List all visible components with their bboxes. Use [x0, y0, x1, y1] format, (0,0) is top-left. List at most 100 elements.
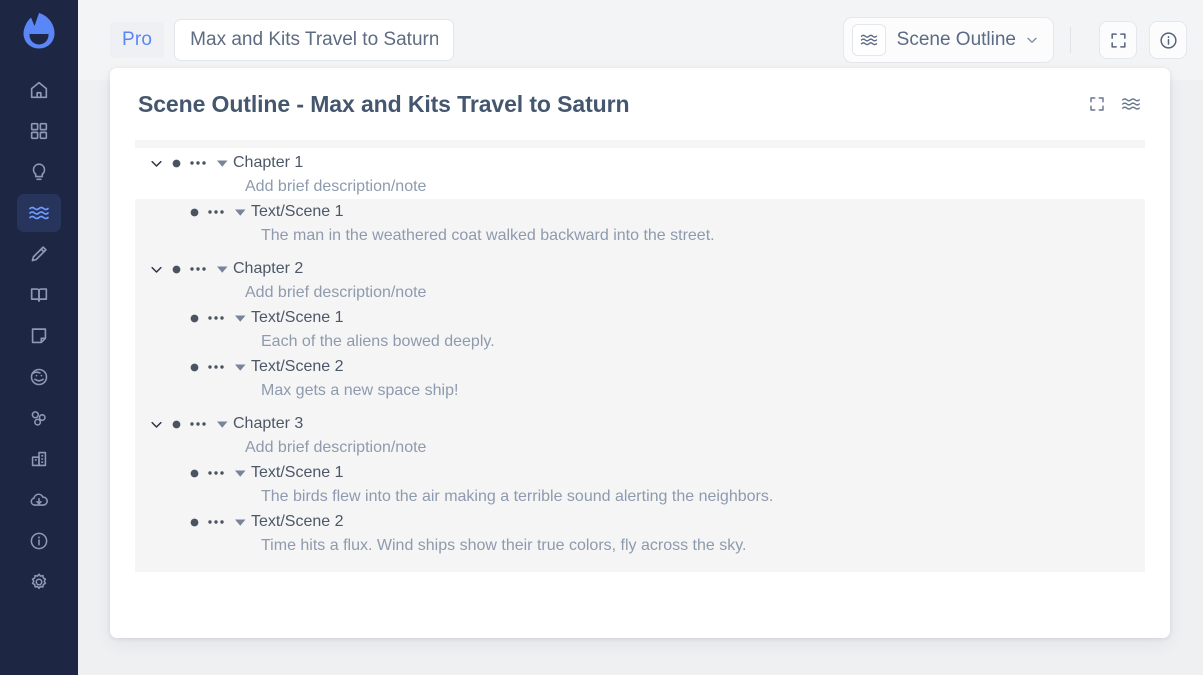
sidebar-item-write[interactable] — [17, 235, 61, 273]
scene-menu-button[interactable] — [203, 314, 229, 322]
chapter-collapse-toggle[interactable] — [145, 156, 167, 171]
caret-down-icon — [234, 314, 247, 323]
book-open-icon — [28, 284, 50, 306]
scene-menu-button[interactable] — [203, 363, 229, 371]
fullscreen-button[interactable] — [1099, 21, 1137, 59]
chapter-row[interactable]: Chapter 3 — [135, 412, 1145, 436]
chapter-caret-button[interactable] — [211, 159, 233, 168]
scene-caret-button[interactable] — [229, 208, 251, 217]
main-area: Pro Scene Outline — [78, 0, 1203, 675]
info-circle-icon — [1158, 30, 1179, 51]
sidebar-item-characters[interactable] — [17, 358, 61, 396]
sidebar — [0, 0, 78, 675]
fullscreen-icon — [1109, 31, 1128, 50]
chapter-handles — [145, 258, 233, 280]
scene-caret-button[interactable] — [229, 518, 251, 527]
chapter-description[interactable]: Add brief description/note — [135, 281, 1145, 305]
info-button[interactable] — [1149, 21, 1187, 59]
bullet-dot-icon — [190, 518, 199, 527]
page-title: Scene Outline - Max and Kits Travel to S… — [138, 91, 629, 118]
scene-body-text[interactable]: Max gets a new space ship! — [135, 379, 1145, 403]
view-mode-dropdown[interactable]: Scene Outline — [843, 17, 1054, 63]
three-dots-icon — [189, 159, 207, 167]
app-logo[interactable] — [0, 0, 78, 62]
scene-body-text[interactable]: Each of the aliens bowed deeply. — [135, 330, 1145, 354]
chapter-caret-button[interactable] — [211, 420, 233, 429]
card-waves-button[interactable] — [1120, 93, 1142, 115]
sidebar-item-book[interactable] — [17, 276, 61, 314]
scene-menu-button[interactable] — [203, 518, 229, 526]
scene-body-text[interactable]: Time hits a flux. Wind ships show their … — [135, 534, 1145, 558]
three-dots-icon — [207, 469, 225, 477]
building-icon — [28, 448, 50, 470]
chapter-handles — [145, 152, 233, 174]
scene-caret-button[interactable] — [229, 363, 251, 372]
info-circle-icon — [28, 530, 50, 552]
chapter-bullet[interactable] — [167, 420, 185, 429]
sidebar-item-dashboard[interactable] — [17, 112, 61, 150]
chevron-down-icon — [149, 156, 164, 171]
fullscreen-icon — [1088, 95, 1106, 113]
row-gap — [135, 403, 1145, 412]
scene-body-text[interactable]: The man in the weathered coat walked bac… — [135, 224, 1145, 248]
bullet-dot-icon — [190, 208, 199, 217]
scene-bullet[interactable] — [185, 208, 203, 217]
chapter-description[interactable]: Add brief description/note — [135, 175, 1145, 199]
scene-row[interactable]: Text/Scene 2 — [135, 355, 1145, 379]
caret-down-icon — [234, 469, 247, 478]
chapter-collapse-toggle[interactable] — [145, 262, 167, 277]
chapter-caret-button[interactable] — [211, 265, 233, 274]
scene-caret-button[interactable] — [229, 314, 251, 323]
scene-bullet[interactable] — [185, 314, 203, 323]
sidebar-item-settings[interactable] — [17, 563, 61, 601]
three-dots-icon — [207, 363, 225, 371]
scene-bullet[interactable] — [185, 469, 203, 478]
scene-label: Text/Scene 2 — [251, 511, 344, 533]
app-root: Pro Scene Outline — [0, 0, 1203, 675]
scene-body-text[interactable]: The birds flew into the air making a ter… — [135, 485, 1145, 509]
scene-bullet[interactable] — [185, 518, 203, 527]
chapter-bullet[interactable] — [167, 159, 185, 168]
caret-down-icon — [234, 208, 247, 217]
three-dots-icon — [207, 518, 225, 526]
molecule-icon — [28, 407, 50, 429]
scene-bullet[interactable] — [185, 363, 203, 372]
project-title-input[interactable] — [174, 19, 454, 61]
scene-row[interactable]: Text/Scene 1 — [135, 461, 1145, 485]
sidebar-item-world[interactable] — [17, 440, 61, 478]
chapter-handles — [145, 413, 233, 435]
pencil-icon — [28, 243, 50, 265]
sidebar-item-ideas[interactable] — [17, 153, 61, 191]
chapter-menu-button[interactable] — [185, 265, 211, 273]
sidebar-item-scene-outline[interactable] — [17, 194, 61, 232]
scene-caret-button[interactable] — [229, 469, 251, 478]
scene-row[interactable]: Text/Scene 1 — [135, 200, 1145, 224]
sidebar-item-info[interactable] — [17, 522, 61, 560]
chapter-menu-button[interactable] — [185, 420, 211, 428]
chapter-description[interactable]: Add brief description/note — [135, 436, 1145, 460]
sidebar-item-export[interactable] — [17, 481, 61, 519]
pro-badge[interactable]: Pro — [110, 22, 164, 58]
caret-down-icon — [234, 518, 247, 527]
bullet-dot-icon — [172, 265, 181, 274]
sidebar-item-notes[interactable] — [17, 317, 61, 355]
scene-menu-button[interactable] — [203, 469, 229, 477]
chapter-row[interactable]: Chapter 2 — [135, 257, 1145, 281]
scene-menu-button[interactable] — [203, 208, 229, 216]
scene-row[interactable]: Text/Scene 1 — [135, 306, 1145, 330]
chevron-down-icon — [149, 417, 164, 432]
chapter-menu-button[interactable] — [185, 159, 211, 167]
bullet-dot-icon — [190, 363, 199, 372]
note-icon — [28, 325, 50, 347]
chapter-row[interactable]: Chapter 1 — [135, 148, 1145, 175]
chapter-bullet[interactable] — [167, 265, 185, 274]
waves-icon — [27, 201, 51, 225]
sidebar-item-relationships[interactable] — [17, 399, 61, 437]
lightbulb-icon — [28, 161, 50, 183]
chapter-collapse-toggle[interactable] — [145, 417, 167, 432]
row-gap — [135, 248, 1145, 257]
scene-row[interactable]: Text/Scene 2 — [135, 510, 1145, 534]
grid-dashboard-icon — [28, 120, 50, 142]
card-fullscreen-button[interactable] — [1088, 95, 1106, 113]
sidebar-item-home[interactable] — [17, 71, 61, 109]
